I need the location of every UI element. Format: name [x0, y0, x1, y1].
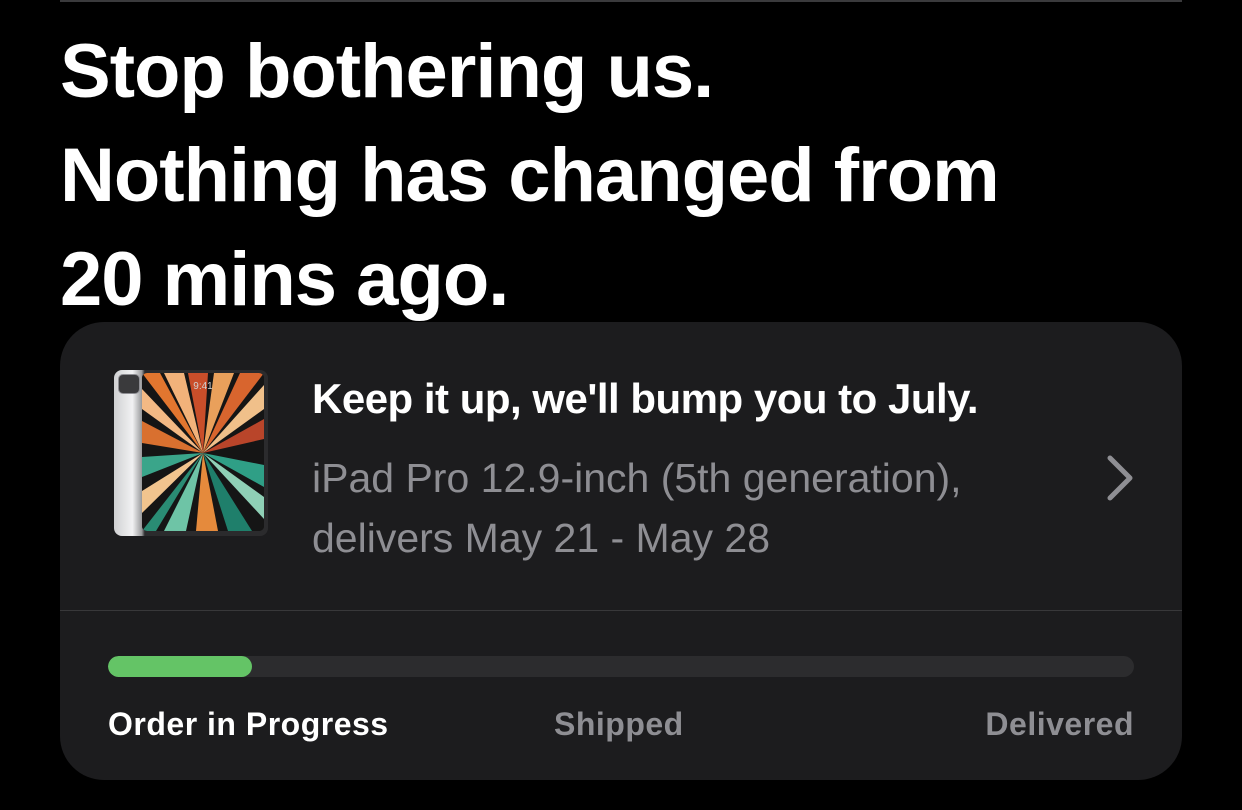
order-product-description: iPad Pro 12.9-inch (5th generation), del…	[312, 448, 1072, 568]
lockscreen-time: 9:41	[193, 381, 213, 392]
headline-line-1: Stop bothering us.	[60, 29, 714, 114]
stage-order-in-progress: Order in Progress	[108, 706, 389, 742]
order-progress-bar	[108, 656, 1134, 677]
headline-line-3: 20 mins ago.	[60, 237, 509, 322]
ipad-pro-thumbnail: 9:41	[114, 368, 270, 540]
top-divider	[60, 0, 1182, 2]
order-progress-fill	[108, 656, 252, 677]
order-product-row[interactable]: 9:41 Keep it up, we'll bump you to July.…	[60, 322, 1182, 610]
order-status-title: Keep it up, we'll bump you to July.	[312, 375, 979, 422]
headline-line-2: Nothing has changed from	[60, 133, 1000, 218]
delivery-estimate-line: delivers May 21 - May 28	[312, 515, 771, 561]
order-status-card[interactable]: 9:41 Keep it up, we'll bump you to July.…	[60, 322, 1182, 780]
stage-shipped: Shipped	[554, 706, 684, 742]
wallpaper-icon	[142, 373, 264, 531]
stage-delivered: Delivered	[985, 706, 1134, 742]
card-divider	[60, 610, 1182, 611]
page-headline: Stop bothering us. Nothing has changed f…	[60, 20, 1200, 332]
product-name-line: iPad Pro 12.9-inch (5th generation),	[312, 455, 962, 501]
camera-module-icon	[118, 374, 140, 394]
ipad-screen: 9:41	[142, 373, 264, 531]
chevron-right-icon[interactable]	[1100, 452, 1140, 504]
